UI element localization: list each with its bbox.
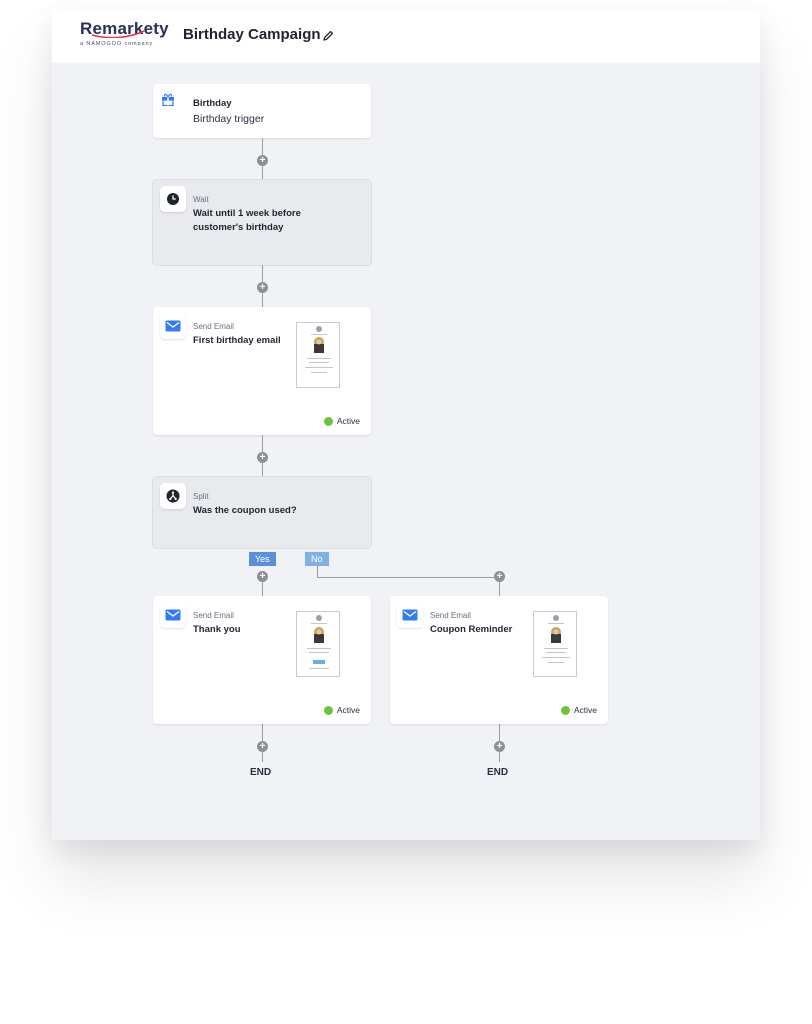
connector-line <box>262 293 263 307</box>
split-type: Split <box>193 492 209 501</box>
active-dot <box>560 705 570 715</box>
trigger-type: Birthday <box>193 98 232 109</box>
email-icon-box <box>160 602 186 628</box>
header: Remarkety a NAMOGOO company Birthday Cam… <box>52 10 760 63</box>
add-step-button[interactable]: + <box>494 571 505 582</box>
workflow-canvas: Birthday Birthday trigger + Wait Wait un… <box>52 63 760 840</box>
trigger-node[interactable]: Birthday Birthday trigger <box>153 84 371 138</box>
campaign-title: Birthday Campaign <box>183 26 321 43</box>
email-preview-thumbnail[interactable] <box>296 322 340 388</box>
end-label: END <box>487 767 509 778</box>
connector-line <box>262 166 263 180</box>
wait-type: Wait <box>193 195 209 204</box>
connector-line <box>317 566 318 577</box>
app-window: Remarkety a NAMOGOO company Birthday Cam… <box>52 10 760 840</box>
add-step-button[interactable]: + <box>257 155 268 166</box>
active-dot <box>323 705 333 715</box>
add-step-button[interactable]: + <box>494 741 505 752</box>
logo-swoosh-icon <box>91 30 145 38</box>
email-preview-thumbnail[interactable] <box>533 611 577 677</box>
connector-line <box>317 577 494 578</box>
email-icon <box>402 609 418 621</box>
email-label: First birthday email <box>193 335 281 346</box>
wait-icon-box <box>160 186 186 212</box>
trigger-label: Birthday trigger <box>193 113 265 125</box>
email-label: Coupon Reminder <box>430 624 513 635</box>
email-icon <box>165 320 181 332</box>
connector-line <box>262 582 263 596</box>
branch-yes-tag[interactable]: Yes <box>249 552 276 566</box>
status-badge: Active <box>560 705 597 715</box>
status-text: Active <box>573 705 597 715</box>
email-type: Send Email <box>193 611 234 620</box>
send-email-node[interactable]: Send Email Coupon Reminder Active <box>390 596 608 724</box>
split-label: Was the coupon used? <box>193 505 297 516</box>
email-icon-box <box>160 313 186 339</box>
email-type: Send Email <box>193 322 234 331</box>
connector-line <box>262 752 263 762</box>
email-icon <box>165 609 181 621</box>
branch-no-tag[interactable]: No <box>305 552 329 566</box>
add-step-button[interactable]: + <box>257 452 268 463</box>
status-text: Active <box>336 416 360 426</box>
email-type: Send Email <box>430 611 471 620</box>
split-icon <box>166 489 180 503</box>
end-label: END <box>250 767 272 778</box>
email-preview-image <box>305 326 333 373</box>
status-badge: Active <box>323 416 360 426</box>
logo-subtitle: a NAMOGOO company <box>80 41 154 47</box>
wait-label-line1: Wait until 1 week before <box>193 208 301 219</box>
clock-icon <box>167 193 179 205</box>
edit-icon[interactable] <box>321 29 335 43</box>
add-step-button[interactable]: + <box>257 741 268 752</box>
split-icon-box <box>160 483 186 509</box>
email-preview-thumbnail[interactable] <box>296 611 340 677</box>
email-preview-image <box>307 615 331 669</box>
send-email-node[interactable]: Send Email Thank you Active <box>153 596 371 724</box>
connector-line <box>499 582 500 596</box>
gift-icon <box>162 93 174 106</box>
active-dot <box>323 416 333 426</box>
connector-line <box>499 752 500 762</box>
wait-label-line2: customer's birthday <box>193 222 284 233</box>
add-step-button[interactable]: + <box>257 571 268 582</box>
connector-line <box>262 435 263 452</box>
remarkety-logo[interactable]: Remarkety a NAMOGOO company <box>80 19 172 53</box>
status-badge: Active <box>323 705 360 715</box>
status-text: Active <box>336 705 360 715</box>
connector-line <box>262 724 263 741</box>
add-step-button[interactable]: + <box>257 282 268 293</box>
split-node[interactable]: Split Was the coupon used? <box>153 477 371 548</box>
connector-line <box>499 724 500 741</box>
connector-line <box>262 463 263 477</box>
email-label: Thank you <box>193 624 241 635</box>
wait-node[interactable]: Wait Wait until 1 week before customer's… <box>153 180 371 265</box>
send-email-node[interactable]: Send Email First birthday email Active <box>153 307 371 435</box>
email-icon-box <box>397 602 423 628</box>
connector-line <box>262 138 263 155</box>
email-preview-image <box>542 615 570 663</box>
connector-line <box>262 265 263 282</box>
